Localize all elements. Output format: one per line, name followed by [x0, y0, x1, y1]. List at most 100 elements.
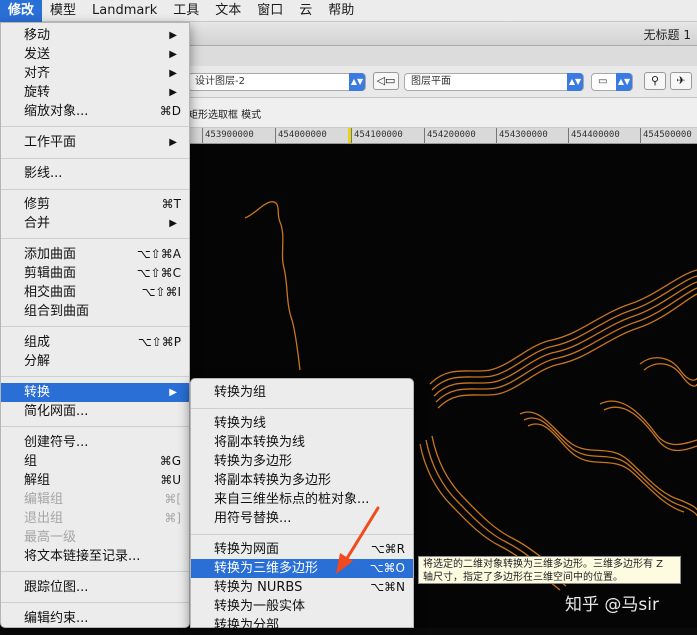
menu-item-label: 转换	[24, 385, 51, 400]
ruler-tick-line	[496, 128, 497, 143]
menu-separator	[1, 126, 189, 127]
menu-item-working-plane[interactable]: 工作平面 ▶	[1, 133, 189, 152]
menu-separator	[1, 326, 189, 327]
menu-item-convert-to-mesh[interactable]: 转换为网面 ⌥⌘R	[191, 540, 413, 559]
menu-item-trace-bitmap[interactable]: 跟踪位图...	[1, 578, 189, 597]
menu-item-hatch[interactable]: 影线...	[1, 164, 189, 183]
menu-item-label: 转换为一般实体	[214, 599, 306, 614]
menu-item-edit-group: 编辑组 ⌘[	[1, 490, 189, 509]
contour-line	[429, 269, 697, 385]
menu-item-shortcut: ⌥⇧⌘I	[141, 285, 181, 299]
convert-submenu: 转换为组 转换为线 将副本转换为线 转换为多边形 将副本转换为多边形 来自三维坐…	[190, 378, 414, 633]
ruler-label: 453900000	[205, 130, 254, 140]
menu-item-convert-to-3d-polygons[interactable]: 转换为三维多边形 ⌥⌘O	[191, 559, 413, 578]
menu-separator	[1, 238, 189, 239]
menu-item-label: 转换为三维多边形	[214, 561, 319, 576]
view-plane-icon[interactable]: ◁▭	[373, 72, 399, 90]
menu-item-replace-with-symbol[interactable]: 用符号替换...	[191, 509, 413, 528]
submenu-arrow-icon: ▶	[169, 137, 177, 148]
menu-item-label: 移动	[24, 28, 51, 43]
menu-item-send[interactable]: 发送 ▶	[1, 45, 189, 64]
menu-item-convert-to-nurbs[interactable]: 转换为 NURBS ⌥⌘N	[191, 578, 413, 597]
submenu-arrow-icon: ▶	[169, 30, 177, 41]
menu-item-intersect-surface[interactable]: 相交曲面 ⌥⇧⌘I	[1, 283, 189, 302]
menu-item-clip-surface[interactable]: 剪辑曲面 ⌥⇧⌘C	[1, 264, 189, 283]
menu-item-convert[interactable]: 转换 ▶	[1, 383, 189, 402]
menu-item-shortcut: ⌘T	[161, 197, 181, 211]
menu-item-simplify-mesh[interactable]: 简化网面...	[1, 402, 189, 421]
menu-item-align[interactable]: 对齐 ▶	[1, 64, 189, 83]
ruler-label: 454300000	[499, 130, 548, 140]
menu-item-label: 旋转	[24, 85, 51, 100]
submenu-arrow-icon: ▶	[169, 87, 177, 98]
menu-item-label: 相交曲面	[24, 285, 77, 300]
menu-window[interactable]: 窗口	[249, 0, 291, 22]
menu-item-compose[interactable]: 组成 ⌥⇧⌘P	[1, 333, 189, 352]
menu-item-convert-copy-to-polygons[interactable]: 将副本转换为多边形	[191, 471, 413, 490]
ruler-label: 454400000	[571, 130, 620, 140]
menu-item-rotate[interactable]: 旋转 ▶	[1, 83, 189, 102]
contour-line	[527, 423, 685, 513]
menu-landmark[interactable]: Landmark	[84, 0, 165, 22]
ruler-label: 454000000	[278, 130, 327, 140]
menu-item-label: 最高一级	[24, 530, 77, 545]
chevron-down-icon: ▲▼	[567, 73, 583, 91]
menu-item-combine-into-surface[interactable]: 组合到曲面	[1, 302, 189, 321]
menu-item-create-symbol[interactable]: 创建符号...	[1, 433, 189, 452]
menu-item-label: 组合到曲面	[24, 304, 90, 319]
menu-item-label: 来自三维坐标点的桩对象...	[214, 492, 370, 507]
menu-item-trim[interactable]: 修剪 ⌘T	[1, 195, 189, 214]
layer-combo-value: 设计图层-2	[195, 76, 245, 87]
menu-item-convert-to-polygons[interactable]: 转换为多边形	[191, 452, 413, 471]
menu-item-move[interactable]: 移动 ▶	[1, 26, 189, 45]
menu-item-label: 对齐	[24, 66, 51, 81]
menu-item-link-text-to-record[interactable]: 将文本链接至记录...	[1, 547, 189, 566]
menu-separator	[1, 189, 189, 190]
menu-item-group[interactable]: 组 ⌘G	[1, 452, 189, 471]
menu-item-edit-constraints[interactable]: 编辑约束...	[1, 609, 189, 628]
ruler-label: 454100000	[354, 130, 403, 140]
view-combo[interactable]: 图层平面 ▲▼	[404, 73, 584, 91]
zoom-icon[interactable]: ⚲	[644, 72, 666, 90]
menu-item-combine[interactable]: 合并 ▶	[1, 214, 189, 233]
menu-item-convert-to-group[interactable]: 转换为组	[191, 383, 413, 402]
menu-item-convert-to-subdivision[interactable]: 转换为分部	[191, 616, 413, 635]
view-combo-value: 图层平面	[411, 76, 451, 87]
menu-item-shortcut: ⌘]	[164, 511, 181, 525]
menu-item-shortcut: ⌥⌘N	[370, 580, 405, 594]
menu-model[interactable]: 模型	[42, 0, 84, 22]
submenu-arrow-icon: ▶	[169, 68, 177, 79]
menu-item-shortcut: ⌥⇧⌘C	[136, 266, 181, 280]
menu-item-decompose[interactable]: 分解	[1, 352, 189, 371]
fly-over-icon[interactable]: ✈	[670, 72, 692, 90]
menu-tools[interactable]: 工具	[165, 0, 207, 22]
menu-item-convert-copy-to-lines[interactable]: 将副本转换为线	[191, 433, 413, 452]
menu-item-shortcut: ⌥⌘O	[369, 561, 405, 575]
menu-modify[interactable]: 修改	[0, 0, 43, 22]
menu-item-shortcut: ⌥⌘R	[370, 542, 405, 556]
menu-item-label: 发送	[24, 47, 51, 62]
menu-item-label: 转换为组	[214, 385, 267, 400]
menu-help[interactable]: 帮助	[320, 0, 362, 22]
menu-text[interactable]: 文本	[207, 0, 249, 22]
ruler-label: 454200000	[427, 130, 476, 140]
menu-item-label: 组	[24, 454, 38, 469]
menu-item-add-surface[interactable]: 添加曲面 ⌥⇧⌘A	[1, 245, 189, 264]
menu-item-convert-to-lines[interactable]: 转换为线	[191, 414, 413, 433]
menu-item-stake-objects-from-3d-loci[interactable]: 来自三维坐标点的桩对象...	[191, 490, 413, 509]
menu-separator	[1, 571, 189, 572]
menu-item-convert-to-generic-solid[interactable]: 转换为一般实体	[191, 597, 413, 616]
menu-item-scale-objects[interactable]: 缩放对象... ⌘D	[1, 102, 189, 121]
menu-item-ungroup[interactable]: 解组 ⌘U	[1, 471, 189, 490]
menu-separator	[191, 408, 413, 409]
menu-item-label: 转换为网面	[214, 542, 280, 557]
menu-item-label: 用符号替换...	[214, 511, 292, 526]
window-title: 无标题 1	[643, 28, 691, 42]
menu-item-label: 跟踪位图...	[24, 580, 89, 595]
layer-combo[interactable]: 设计图层-2 ▲▼	[188, 73, 366, 91]
menu-separator	[1, 158, 189, 159]
menu-item-label: 转换为 NURBS	[214, 580, 303, 595]
menu-cloud[interactable]: 云	[291, 0, 320, 22]
menu-item-shortcut: ⌘G	[159, 454, 181, 468]
render-combo[interactable]: ▭ ▲▼	[591, 73, 633, 91]
